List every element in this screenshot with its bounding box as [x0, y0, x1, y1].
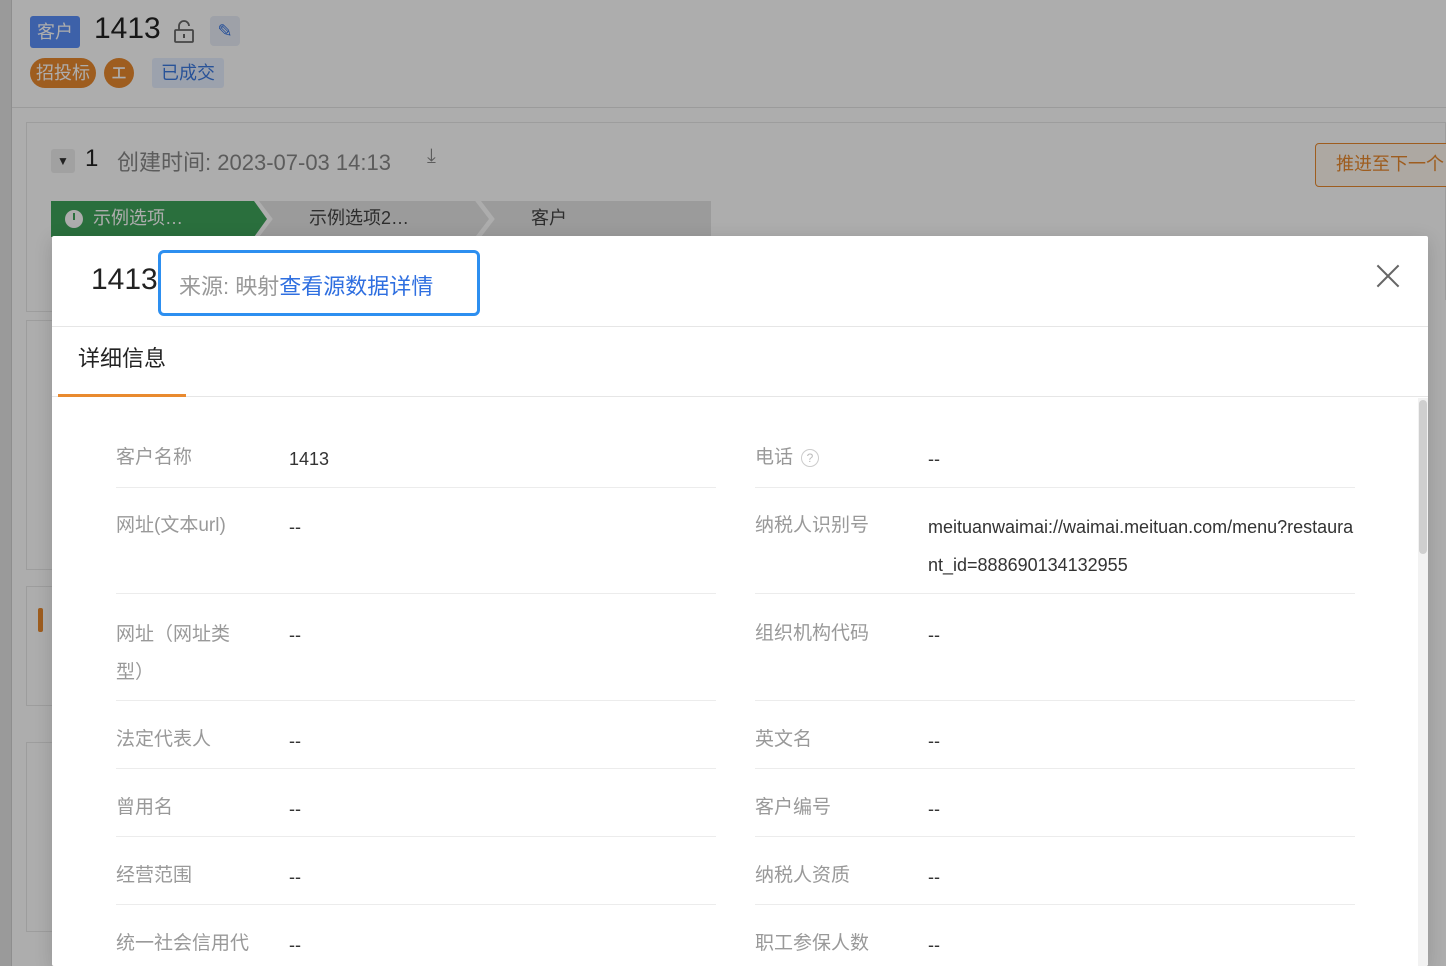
modal-title: 1413: [91, 263, 158, 296]
divider: [755, 768, 1355, 769]
divider: [755, 836, 1355, 837]
field-label: 曾用名: [116, 797, 174, 818]
divider: [116, 904, 716, 905]
modal-header: 1413 来源: 映射查看源数据详情: [52, 236, 1428, 327]
divider: [755, 593, 1355, 594]
source-label: 来源: 映射: [179, 274, 280, 299]
field-value: --: [928, 935, 940, 955]
field-label: 统一社会信用代: [116, 933, 250, 954]
view-source-data-link[interactable]: 查看源数据详情: [279, 274, 433, 299]
field-value: --: [928, 625, 940, 645]
divider: [755, 700, 1355, 701]
tab-detail-info[interactable]: 详细信息: [58, 327, 186, 397]
divider: [116, 593, 716, 594]
help-icon[interactable]: ?: [801, 448, 820, 467]
field-label: 网址(文本url): [116, 515, 226, 536]
field-value: --: [289, 867, 301, 887]
field-value: --: [289, 625, 301, 645]
field-label: 电话?: [755, 440, 820, 476]
field-label: 纳税人资质: [755, 865, 851, 886]
field-label: 法定代表人: [116, 729, 212, 750]
field-label: 客户编号: [755, 797, 832, 818]
modal-tabs: 详细信息: [52, 327, 1428, 397]
detail-modal: 1413 来源: 映射查看源数据详情 详细信息 客户名称 1413 网址(文本u…: [52, 236, 1428, 966]
field-value: --: [289, 731, 301, 751]
field-label: 客户名称: [116, 447, 193, 468]
scrollbar-thumb[interactable]: [1419, 400, 1427, 554]
field-value: --: [928, 799, 940, 819]
field-value: --: [289, 935, 301, 955]
source-info: 来源: 映射查看源数据详情: [158, 250, 480, 316]
field-value: --: [289, 517, 301, 537]
field-label: 网址（网址类型）: [116, 624, 231, 683]
scrollbar[interactable]: [1418, 398, 1428, 966]
detail-body[interactable]: 客户名称 1413 网址(文本url) -- 网址（网址类型） -- 法定代表人…: [52, 398, 1428, 966]
field-label: 纳税人识别号: [755, 515, 870, 536]
divider: [116, 836, 716, 837]
field-value: --: [289, 799, 301, 819]
field-value: --: [928, 731, 940, 751]
field-value: --: [928, 449, 940, 469]
field-label: 英文名: [755, 729, 813, 750]
field-label: 经营范围: [116, 865, 193, 886]
field-label: 职工参保人数: [755, 933, 870, 954]
field-label: 组织机构代码: [755, 623, 870, 644]
close-icon[interactable]: [1376, 264, 1400, 288]
divider: [116, 487, 716, 488]
field-value: meituanwaimai://waimai.meituan.com/menu?…: [928, 517, 1354, 575]
field-value: 1413: [289, 449, 330, 469]
field-value: --: [928, 867, 940, 887]
divider: [116, 700, 716, 701]
divider: [755, 904, 1355, 905]
divider: [755, 487, 1355, 488]
divider: [116, 768, 716, 769]
